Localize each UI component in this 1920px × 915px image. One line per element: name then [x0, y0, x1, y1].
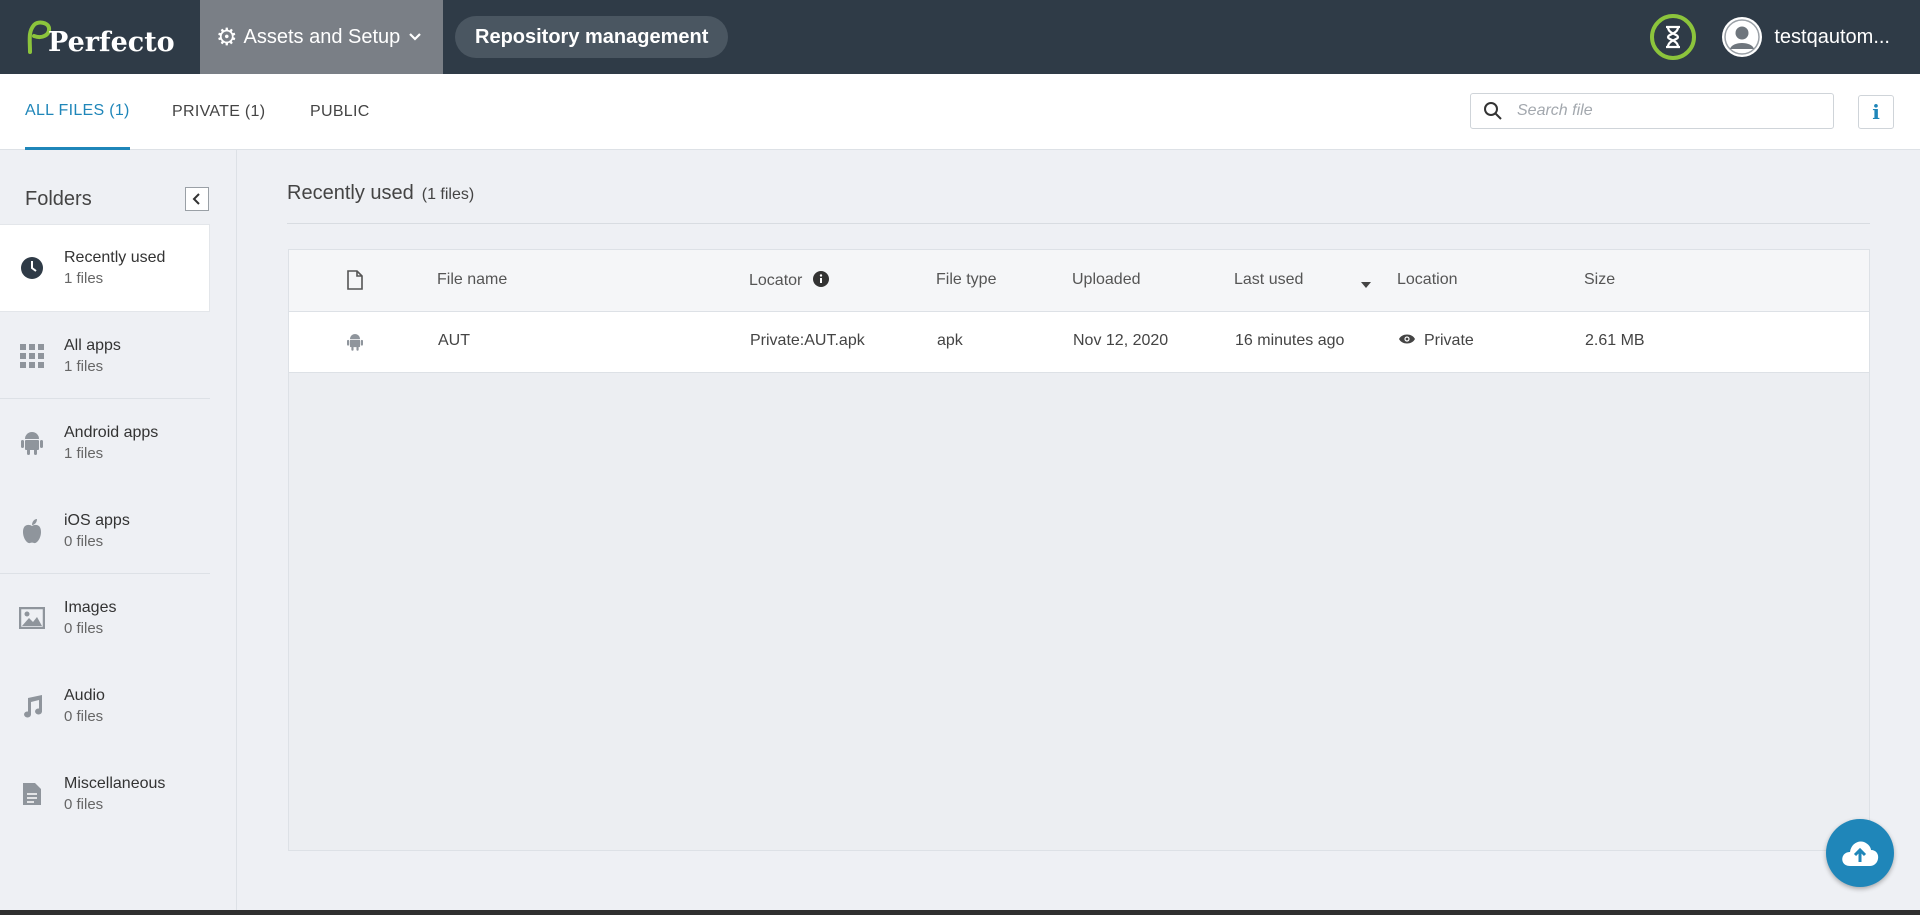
username[interactable]: testqautom...: [1774, 26, 1890, 49]
search-box: [1470, 93, 1834, 129]
folder-count: 0 files: [64, 620, 104, 637]
tab-all-files[interactable]: ALL FILES (1): [25, 74, 130, 150]
column-size[interactable]: Size: [1584, 271, 1615, 289]
cell-locator: Private:AUT.apk: [750, 332, 865, 349]
android-icon: [0, 431, 64, 455]
folder-name: All apps: [64, 337, 121, 354]
folder-all-apps[interactable]: All apps 1 files: [0, 312, 210, 400]
file-tabs-bar: ALL FILES (1) PRIVATE (1) PUBLIC i: [0, 74, 1920, 150]
tab-private[interactable]: PRIVATE (1): [172, 74, 265, 150]
folder-name: Images: [64, 599, 117, 616]
cell-last-used: 16 minutes ago: [1235, 332, 1345, 349]
gear-icon: ⚙: [216, 23, 238, 51]
eye-icon: [1399, 334, 1415, 344]
tab-public[interactable]: PUBLIC: [310, 74, 370, 150]
avatar[interactable]: [1722, 17, 1763, 57]
column-file-type[interactable]: File type: [936, 271, 996, 289]
top-right-controls: testqautom...: [1650, 0, 1920, 74]
folder-name: Miscellaneous: [64, 775, 166, 792]
android-icon: [347, 333, 363, 356]
folder-count: 0 files: [64, 533, 104, 550]
perfecto-logo[interactable]: Perfecto: [0, 0, 200, 74]
assets-setup-menu[interactable]: ⚙ Assets and Setup: [200, 0, 443, 74]
folders-title: Folders: [25, 188, 92, 210]
folder-miscellaneous[interactable]: Miscellaneous 0 files: [0, 750, 210, 838]
page-title-pill: Repository management: [455, 16, 729, 58]
folder-name: Audio: [64, 687, 105, 704]
folder-name: Recently used: [64, 249, 166, 266]
sort-descending-icon[interactable]: [1360, 276, 1372, 294]
search-icon: [1484, 102, 1502, 120]
section-title: Recently used (1 files): [287, 182, 474, 205]
hourglass-icon[interactable]: [1650, 14, 1697, 60]
column-last-used[interactable]: Last used: [1234, 271, 1303, 289]
cloud-upload-icon: [1842, 841, 1879, 866]
column-file-name[interactable]: File name: [437, 271, 507, 289]
table-header: File name Locator File type Uploaded Las…: [289, 250, 1869, 312]
folder-count: 1 files: [64, 270, 104, 287]
table-row[interactable]: AUT Private:AUT.apk apk Nov 12, 2020 16 …: [289, 312, 1869, 373]
section-file-count: (1 files): [421, 186, 475, 203]
cell-file-name[interactable]: AUT: [438, 332, 470, 350]
bottom-strip: [0, 910, 1920, 915]
folder-name: Android apps: [64, 424, 159, 441]
logo-text: Perfecto: [48, 26, 175, 58]
folder-count: 1 files: [64, 445, 104, 462]
folders-sidebar: Folders Recently used 1 files All apps 1 f…: [0, 150, 237, 915]
upload-file-button[interactable]: [1826, 819, 1894, 887]
chevron-left-icon: [192, 193, 200, 205]
folder-android-apps[interactable]: Android apps 1 files: [0, 399, 210, 487]
cell-location: Private: [1398, 332, 1474, 350]
collapse-sidebar-button[interactable]: [185, 187, 209, 211]
chevron-down-icon: [409, 33, 422, 41]
section-title-text: Recently used: [287, 182, 414, 204]
top-bar: Perfecto ⚙ Assets and Setup Repository m…: [0, 0, 1920, 74]
info-button[interactable]: i: [1858, 95, 1894, 129]
clock-icon: [0, 256, 64, 280]
files-table: File name Locator File type Uploaded Las…: [288, 249, 1870, 851]
folder-count: 1 files: [64, 358, 104, 375]
column-uploaded[interactable]: Uploaded: [1072, 271, 1141, 289]
folder-name: iOS apps: [64, 512, 130, 529]
cell-size: 2.61 MB: [1585, 332, 1645, 349]
apple-icon: [0, 518, 64, 544]
folder-audio[interactable]: Audio 0 files: [0, 662, 210, 750]
folder-recently-used[interactable]: Recently used 1 files: [0, 224, 210, 312]
image-icon: [0, 607, 64, 629]
cell-file-type: apk: [937, 332, 963, 349]
document-icon: [0, 782, 64, 806]
folder-images[interactable]: Images 0 files: [0, 574, 210, 662]
user-icon: [1724, 19, 1761, 55]
cell-location-label: Private: [1424, 332, 1474, 349]
folder-count: 0 files: [64, 796, 104, 813]
cell-uploaded: Nov 12, 2020: [1073, 332, 1169, 349]
column-locator[interactable]: Locator: [749, 271, 829, 290]
folder-ios-apps[interactable]: iOS apps 0 files: [0, 487, 210, 575]
info-circle-icon[interactable]: [812, 271, 829, 287]
column-location[interactable]: Location: [1397, 271, 1458, 289]
file-column-icon: [347, 270, 363, 295]
folder-count: 0 files: [64, 708, 104, 725]
music-note-icon: [0, 694, 64, 718]
grid-icon: [0, 344, 64, 368]
assets-setup-label: Assets and Setup: [243, 25, 401, 48]
section-divider: [287, 223, 1870, 224]
search-input[interactable]: [1517, 102, 1817, 120]
column-locator-label: Locator: [749, 272, 803, 289]
